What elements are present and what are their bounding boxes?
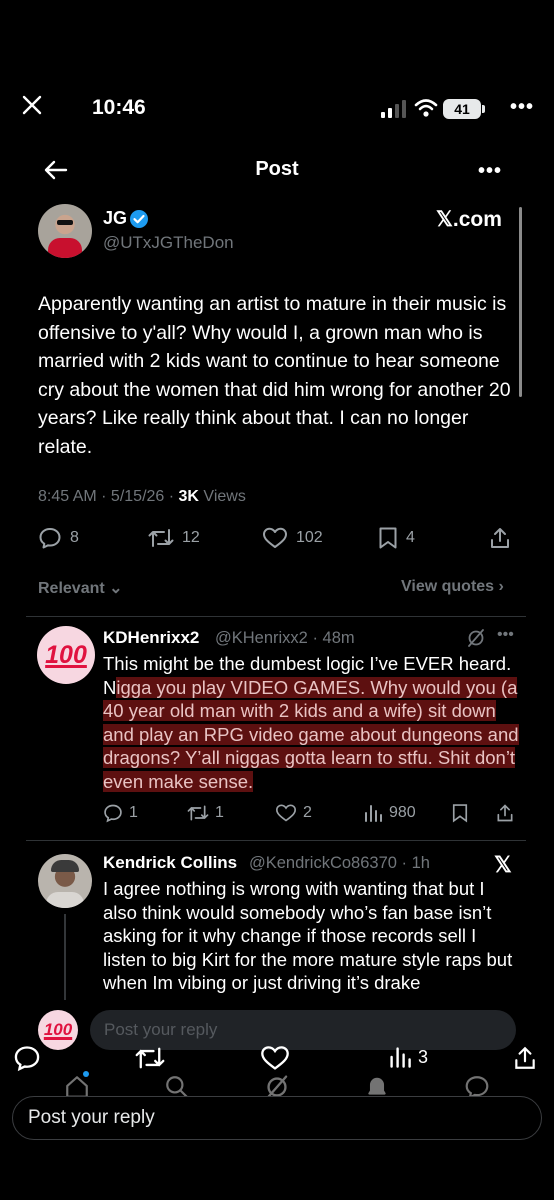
reply-like-count: 2 (303, 804, 312, 821)
share-button[interactable] (488, 526, 512, 550)
reply-author-name[interactable]: KDHenrixx2 (103, 628, 199, 648)
reply-icon (104, 804, 122, 823)
post-text: Apparently wanting an artist to mature i… (38, 293, 511, 458)
reply-handle-time[interactable]: @KHenrixx2 · 48m (215, 629, 355, 648)
bookmark-count: 4 (406, 529, 415, 546)
share-icon (515, 1046, 535, 1069)
reply-bookmark-button[interactable] (451, 803, 469, 823)
x-logo-icon: 𝕏 (494, 852, 512, 877)
reply-actions: 1 1 2 980 (103, 803, 523, 827)
like-button[interactable]: 102 (262, 526, 323, 550)
heart-icon (275, 804, 297, 822)
chevron-down-icon: ⌄ (109, 580, 123, 597)
reply-repost-count: 1 (215, 804, 224, 821)
reply-icon (39, 528, 61, 549)
views-label: Views (198, 488, 246, 505)
repost-icon (187, 805, 209, 821)
author-name[interactable]: JG (103, 208, 127, 229)
views-button[interactable]: 3 (388, 1044, 428, 1070)
post-actions: 8 12 102 4 (38, 526, 518, 554)
repost-icon (135, 1047, 165, 1069)
verified-badge-icon (129, 209, 149, 229)
post-more-icon[interactable]: ••• (478, 160, 502, 183)
repost-button[interactable]: 12 (148, 526, 200, 550)
bookmark-icon (379, 527, 397, 549)
reply-text-highlighted: igga you play VIDEO GAMES. Why would you… (103, 676, 519, 792)
author-avatar[interactable] (38, 204, 92, 258)
reply-more-icon[interactable]: ••• (497, 626, 514, 644)
cellular-signal-icon (380, 100, 408, 118)
scrollbar[interactable] (519, 207, 522, 397)
status-time: 10:46 (92, 96, 146, 119)
share-button[interactable] (512, 1044, 538, 1072)
view-quotes-link[interactable]: View quotes › (401, 578, 504, 596)
reply-views-count: 980 (389, 804, 416, 821)
author-handle[interactable]: @UTxJGTheDon (103, 233, 234, 253)
source-label: 𝕏.com (436, 208, 502, 231)
heart-icon (263, 527, 287, 548)
views-icon (365, 805, 382, 822)
grok-icon[interactable] (466, 628, 486, 648)
views-icon (390, 1047, 411, 1068)
reply-icon (14, 1046, 40, 1072)
view-quotes-label: View quotes (401, 578, 495, 595)
battery-indicator: 41 (443, 99, 485, 119)
reply-views-button[interactable]: 980 (363, 803, 416, 823)
reply-author-name[interactable]: Kendrick Collins (103, 853, 237, 873)
reply-text: This might be the dumbest logic I’ve EVE… (103, 652, 523, 793)
page-title: Post (255, 158, 299, 180)
divider (26, 840, 526, 841)
reply-repost-button[interactable]: 1 (187, 803, 224, 823)
views-count: 3 (418, 1046, 429, 1067)
hundred-emoji-icon: 100 (43, 1020, 73, 1039)
like-button[interactable] (260, 1044, 290, 1072)
reply-like-button[interactable]: 2 (275, 803, 312, 823)
reply-handle-time[interactable]: @KendrickCo86370 · 1h (249, 854, 430, 873)
bookmark-button[interactable]: 4 (378, 526, 415, 550)
hundred-emoji-icon: 100 (45, 640, 87, 669)
reply-avatar[interactable] (38, 854, 92, 908)
reply-count: 8 (70, 529, 79, 546)
reply-avatar[interactable]: 100 (37, 626, 95, 684)
sort-relevant[interactable]: Relevant ⌄ (38, 578, 123, 598)
like-count: 102 (296, 529, 323, 546)
sort-label: Relevant (38, 580, 105, 597)
reply-input[interactable]: Post your reply (12, 1096, 542, 1140)
share-icon (497, 804, 513, 822)
reply-reply-button[interactable]: 1 (103, 803, 138, 823)
reply-button[interactable]: 8 (38, 526, 79, 550)
bookmark-icon (452, 804, 468, 823)
divider (26, 616, 526, 617)
reply-reply-count: 1 (129, 804, 138, 821)
chevron-right-icon: › (498, 578, 504, 595)
post-timestamp: 8:45 AM · 5/15/26 · (38, 488, 179, 505)
reply-share-button[interactable] (495, 803, 515, 823)
thread-line (64, 914, 66, 1000)
repost-count: 12 (182, 529, 200, 546)
close-icon[interactable] (20, 93, 44, 117)
repost-icon (148, 529, 174, 547)
wifi-icon (414, 98, 438, 118)
share-icon (491, 528, 509, 548)
post-meta: 8:45 AM · 5/15/26 · 3K Views (38, 488, 246, 506)
viewer-more-icon[interactable]: ••• (510, 96, 534, 119)
reply-text: I agree nothing is wrong with wanting th… (103, 878, 513, 993)
repost-button[interactable] (135, 1044, 165, 1072)
views-count: 3K (178, 488, 199, 505)
heart-icon (261, 1046, 289, 1070)
reply-button[interactable] (13, 1044, 41, 1072)
